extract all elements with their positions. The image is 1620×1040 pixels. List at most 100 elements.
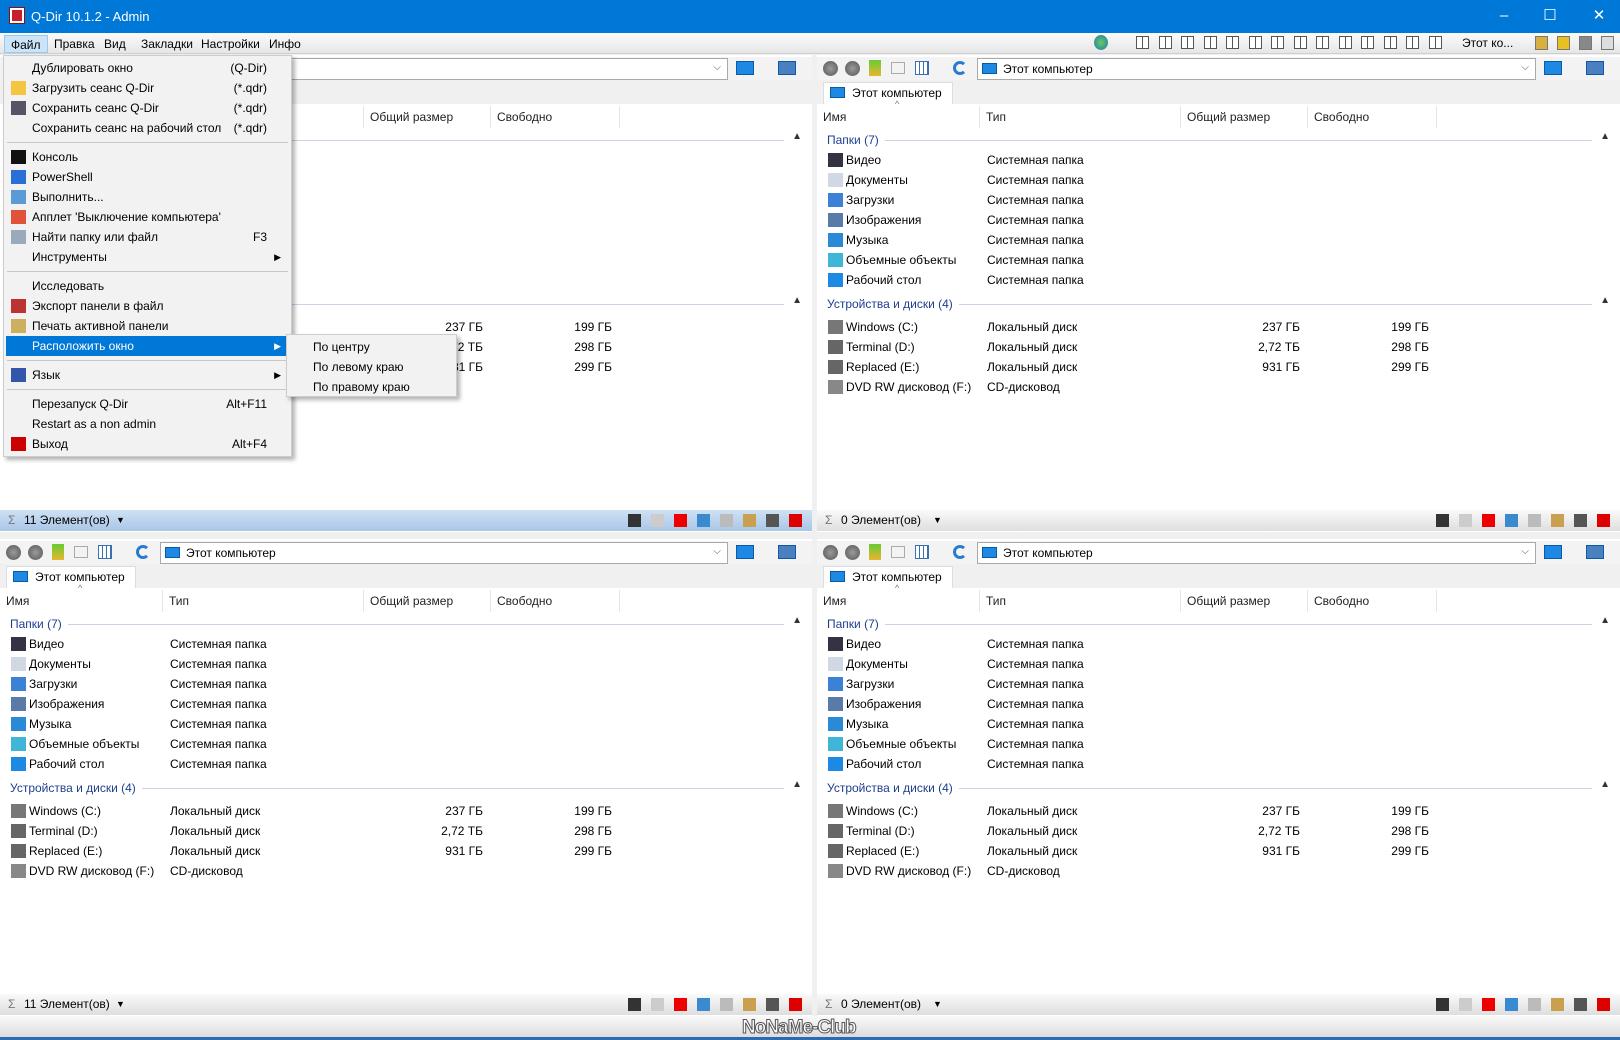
rename-icon[interactable]	[766, 998, 779, 1011]
copy-icon[interactable]	[720, 514, 733, 527]
status-dropdown-icon[interactable]: ▼	[116, 510, 125, 531]
lightning-icon[interactable]	[628, 514, 641, 527]
forward-icon[interactable]	[845, 545, 860, 560]
menu-4[interactable]: Настройки	[195, 35, 266, 53]
monitor-icon[interactable]	[1586, 545, 1604, 559]
list-item[interactable]: Replaced (E:) Локальный диск 931 ГБ 299 ГБ	[817, 357, 1620, 377]
menu-3[interactable]: Закладки	[135, 35, 199, 53]
layout-icon[interactable]	[1428, 36, 1442, 49]
properties-icon[interactable]	[1459, 998, 1472, 1011]
list-item[interactable]: Музыка Системная папка	[817, 230, 1620, 250]
back-icon[interactable]	[823, 545, 838, 560]
list-item[interactable]: Загрузки Системная папка	[0, 674, 812, 694]
cut-icon[interactable]	[1505, 514, 1518, 527]
address-bar[interactable]: Этот компьютер ⌵	[160, 542, 728, 564]
copy-icon[interactable]	[1528, 998, 1541, 1011]
layout-icon[interactable]	[1248, 36, 1262, 49]
submenu-item-0[interactable]: По центру	[313, 337, 370, 357]
collapse-icon[interactable]: ▲	[1600, 615, 1610, 626]
properties-icon[interactable]	[651, 998, 664, 1011]
list-item[interactable]: Изображения Системная папка	[817, 210, 1620, 230]
paste-icon[interactable]	[1551, 514, 1564, 527]
maximize-button[interactable]: ☐	[1530, 0, 1570, 31]
collapse-icon[interactable]: ▲	[1600, 295, 1610, 306]
back-icon[interactable]	[6, 545, 21, 560]
delete-icon[interactable]	[1482, 998, 1495, 1011]
new-folder-icon[interactable]	[891, 62, 905, 74]
layout-icon[interactable]	[1406, 36, 1419, 49]
menu-item-15[interactable]: Расположить окно ▶	[6, 336, 289, 356]
item-count[interactable]: 11 Элемент(ов)	[24, 510, 110, 531]
refresh-icon[interactable]	[953, 61, 967, 75]
list-item[interactable]: Terminal (D:) Локальный диск 2,72 ТБ 298 ГБ	[817, 821, 1620, 841]
collapse-icon[interactable]: ▲	[792, 615, 802, 626]
zoom-icon[interactable]	[1579, 36, 1592, 50]
close-pane-icon[interactable]	[789, 514, 802, 527]
forward-icon[interactable]	[28, 545, 43, 560]
up-folder-icon[interactable]	[869, 60, 881, 76]
menu-item-6[interactable]: PowerShell	[6, 167, 289, 187]
layout-icon[interactable]	[1338, 36, 1352, 49]
tab-this-pc[interactable]: Этот компьютер	[823, 82, 953, 104]
properties-icon[interactable]	[1459, 514, 1472, 527]
item-count[interactable]: 0 Элемент(ов)	[841, 994, 921, 1015]
rename-icon[interactable]	[1574, 514, 1587, 527]
cut-icon[interactable]	[697, 998, 710, 1011]
view-toggle-icon[interactable]	[736, 545, 754, 559]
tab-this-pc[interactable]: Этот компьютер	[823, 566, 953, 588]
column-1[interactable]: Тип	[980, 106, 1181, 128]
list-item[interactable]: DVD RW дисковод (F:) CD-дисковод	[817, 861, 1620, 881]
column-3[interactable]: Свободно	[491, 106, 620, 128]
list-item[interactable]: Загрузки Системная папка	[817, 190, 1620, 210]
up-folder-icon[interactable]	[52, 544, 64, 560]
group-header[interactable]: Папки (7) ▲	[10, 613, 802, 635]
lightning-icon[interactable]	[1436, 998, 1449, 1011]
group-header[interactable]: Папки (7) ▲	[827, 129, 1610, 151]
list-item[interactable]: Рабочий стол Системная папка	[0, 754, 812, 774]
minimize-button[interactable]: –	[1484, 0, 1524, 31]
collapse-icon[interactable]: ▲	[792, 131, 802, 142]
menu-item-21[interactable]: Выход Alt+F4	[6, 434, 289, 454]
list-item[interactable]: DVD RW дисковод (F:) CD-дисковод	[817, 377, 1620, 397]
layout-icon[interactable]	[1316, 36, 1329, 49]
rename-icon[interactable]	[766, 514, 779, 527]
close-button[interactable]: ✕	[1578, 0, 1620, 31]
collapse-icon[interactable]: ▲	[1600, 779, 1610, 790]
list-item[interactable]: DVD RW дисковод (F:) CD-дисковод	[0, 861, 812, 881]
up-folder-icon[interactable]	[869, 544, 881, 560]
list-item[interactable]: Видео Системная папка	[817, 634, 1620, 654]
menu-1[interactable]: Правка	[48, 35, 101, 53]
column-3[interactable]: Свободно	[1308, 590, 1437, 612]
close-pane-icon[interactable]	[1597, 998, 1610, 1011]
collapse-icon[interactable]: ▲	[792, 295, 802, 306]
menu-item-19[interactable]: Перезапуск Q-Dir Alt+F11	[6, 394, 289, 414]
window-icon[interactable]	[1601, 36, 1614, 50]
favorites-star-icon[interactable]	[1557, 36, 1570, 50]
rename-icon[interactable]	[1574, 998, 1587, 1011]
chevron-down-icon[interactable]: ⌵	[713, 546, 721, 557]
list-item[interactable]: Документы Системная папка	[817, 170, 1620, 190]
menu-item-20[interactable]: Restart as a non admin	[6, 414, 289, 434]
close-pane-icon[interactable]	[1597, 514, 1610, 527]
refresh-icon[interactable]	[953, 545, 967, 559]
menu-item-17[interactable]: Язык ▶	[6, 365, 289, 385]
tab-this-pc[interactable]: Этот компьютер	[6, 566, 136, 588]
list-item[interactable]: Replaced (E:) Локальный диск 931 ГБ 299 ГБ	[817, 841, 1620, 861]
layout-icon[interactable]	[1293, 36, 1307, 49]
list-item[interactable]: Объемные объекты Системная папка	[0, 734, 812, 754]
list-item[interactable]: Изображения Системная папка	[817, 694, 1620, 714]
group-header[interactable]: Устройства и диски (4) ▲	[827, 777, 1610, 799]
submenu-item-1[interactable]: По левому краю	[313, 357, 404, 377]
new-folder-icon[interactable]	[891, 546, 905, 558]
menu-5[interactable]: Инфо	[263, 35, 307, 53]
forward-icon[interactable]	[845, 61, 860, 76]
view-toggle-icon[interactable]	[736, 61, 754, 75]
menu-item-2[interactable]: Сохранить сеанс Q-Dir (*.qdr)	[6, 98, 289, 118]
item-count[interactable]: 11 Элемент(ов)	[24, 994, 110, 1015]
copy-icon[interactable]	[1528, 514, 1541, 527]
list-item[interactable]: Replaced (E:) Локальный диск 931 ГБ 299 ГБ	[0, 841, 812, 861]
menu-item-5[interactable]: Консоль	[6, 147, 289, 167]
list-item[interactable]: Видео Системная папка	[0, 634, 812, 654]
column-0[interactable]: Имя	[817, 590, 980, 612]
column-2[interactable]: Общий размер	[1181, 106, 1308, 128]
